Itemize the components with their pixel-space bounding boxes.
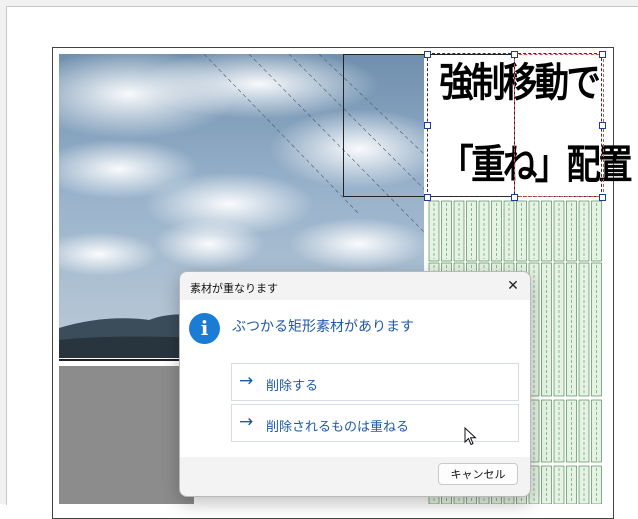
resize-handle-top-mid[interactable] xyxy=(511,51,518,58)
arrow-right-icon: → xyxy=(239,371,254,391)
delete-button[interactable]: → 削除する xyxy=(231,363,519,401)
resize-handle-bottom-mid[interactable] xyxy=(511,194,518,201)
dialog-title: 素材が重なります xyxy=(190,282,278,295)
delete-button-label: 削除する xyxy=(266,379,319,394)
resize-handle-top-right[interactable] xyxy=(599,51,606,58)
mouse-cursor-icon xyxy=(464,427,477,446)
resize-handle-bottom-left[interactable] xyxy=(424,194,431,201)
gray-image-placeholder[interactable] xyxy=(59,366,194,504)
resize-handle-bottom-right[interactable] xyxy=(599,194,606,201)
overlap-dialog: 素材が重なります ✕ i ぶつかる矩形素材があります → 削除する → 削除され… xyxy=(179,271,531,497)
overlap-instead-button-label: 削除されるものは重ねる xyxy=(266,420,410,435)
resize-handle-mid-right[interactable] xyxy=(599,122,606,129)
close-icon[interactable]: ✕ xyxy=(504,277,522,295)
cancel-button[interactable]: キャンセル xyxy=(438,463,518,485)
overlap-marker xyxy=(514,54,604,197)
resize-handle-mid-left[interactable] xyxy=(424,122,431,129)
info-icon: i xyxy=(189,313,220,344)
dialog-message: ぶつかる矩形素材があります xyxy=(232,319,414,335)
arrow-right-icon: → xyxy=(239,412,254,432)
resize-handle-top-left[interactable] xyxy=(424,51,431,58)
